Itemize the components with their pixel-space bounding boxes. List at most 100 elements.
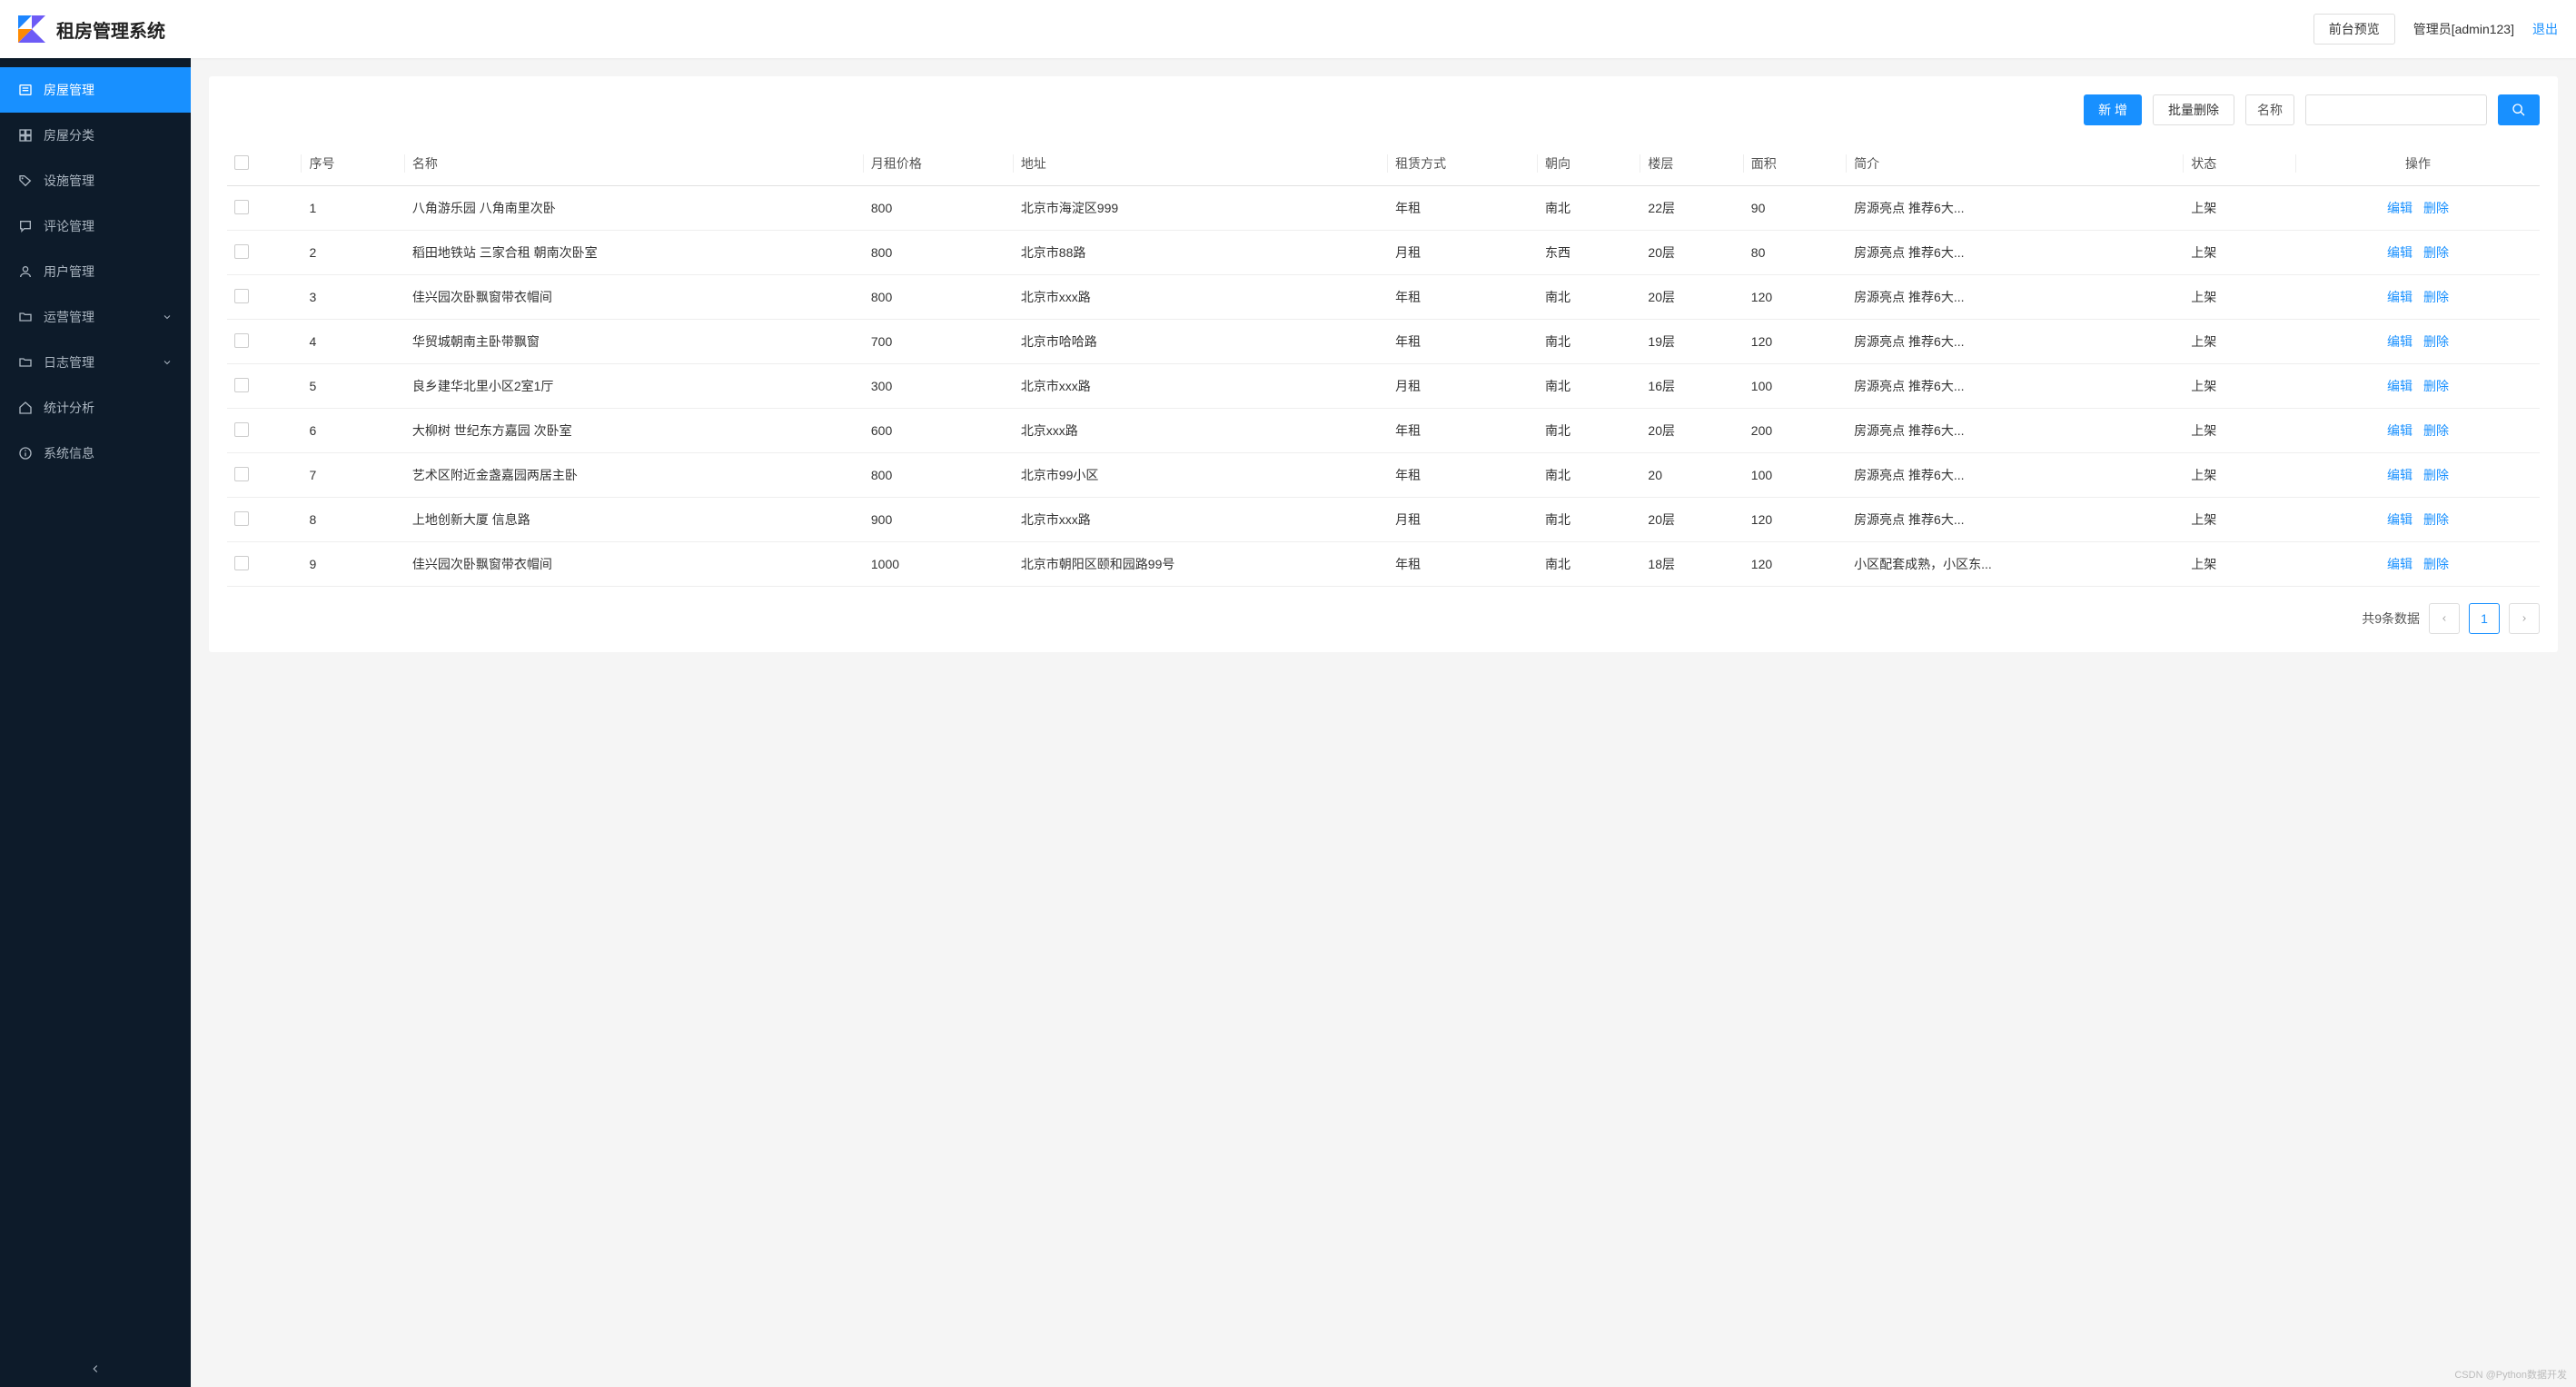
cell-status: 上架 — [2184, 453, 2296, 498]
col-dir: 朝向 — [1538, 142, 1640, 186]
cell-floor: 22层 — [1640, 186, 1743, 231]
cell-area: 120 — [1744, 320, 1847, 364]
cell-addr: 北京市xxx路 — [1014, 498, 1388, 542]
edit-link[interactable]: 编辑 — [2387, 245, 2413, 260]
table-row: 2稻田地铁站 三家合租 朝南次卧室800北京市88路月租东西20层80房源亮点 … — [227, 231, 2540, 275]
pagination: 共9条数据 1 — [227, 603, 2540, 634]
edit-link[interactable]: 编辑 — [2387, 557, 2413, 571]
row-checkbox[interactable] — [234, 200, 249, 214]
sidebar-item-7[interactable]: 统计分析 — [0, 385, 191, 431]
edit-link[interactable]: 编辑 — [2387, 423, 2413, 438]
sidebar-item-8[interactable]: 系统信息 — [0, 431, 191, 476]
row-checkbox[interactable] — [234, 422, 249, 437]
sidebar-item-1[interactable]: 房屋分类 — [0, 113, 191, 158]
new-button[interactable]: 新 增 — [2084, 94, 2142, 125]
cell-intro: 房源亮点 推荐6大... — [1847, 364, 2184, 409]
delete-link[interactable]: 删除 — [2423, 423, 2449, 438]
row-checkbox[interactable] — [234, 244, 249, 259]
cell-price: 800 — [864, 186, 1014, 231]
cell-price: 300 — [864, 364, 1014, 409]
cell-status: 上架 — [2184, 231, 2296, 275]
search-icon — [2512, 103, 2526, 117]
cell-no: 2 — [302, 231, 404, 275]
cell-dir: 南北 — [1538, 542, 1640, 587]
select-all-checkbox[interactable] — [234, 155, 249, 170]
row-checkbox[interactable] — [234, 467, 249, 481]
row-checkbox[interactable] — [234, 333, 249, 348]
cell-floor: 19层 — [1640, 320, 1743, 364]
cell-price: 600 — [864, 409, 1014, 453]
table-row: 1八角游乐园 八角南里次卧800北京市海淀区999年租南北22层90房源亮点 推… — [227, 186, 2540, 231]
page-next-button[interactable] — [2509, 603, 2540, 634]
cell-rent: 月租 — [1388, 231, 1538, 275]
delete-link[interactable]: 删除 — [2423, 512, 2449, 527]
tag-icon — [18, 173, 33, 188]
cell-floor: 20层 — [1640, 498, 1743, 542]
edit-link[interactable]: 编辑 — [2387, 468, 2413, 482]
cell-ops: 编辑删除 — [2296, 275, 2540, 320]
cell-intro: 房源亮点 推荐6大... — [1847, 186, 2184, 231]
row-checkbox[interactable] — [234, 289, 249, 303]
delete-link[interactable]: 删除 — [2423, 201, 2449, 215]
cell-dir: 南北 — [1538, 498, 1640, 542]
chevron-down-icon — [162, 312, 173, 322]
logout-link[interactable]: 退出 — [2532, 20, 2558, 38]
col-status: 状态 — [2184, 142, 2296, 186]
row-checkbox[interactable] — [234, 556, 249, 570]
grid-icon — [18, 128, 33, 143]
cell-floor: 20层 — [1640, 275, 1743, 320]
cell-addr: 北京市99小区 — [1014, 453, 1388, 498]
batch-delete-button[interactable]: 批量删除 — [2153, 94, 2234, 125]
cell-price: 800 — [864, 231, 1014, 275]
table-row: 3佳兴园次卧飘窗带衣帽间800北京市xxx路年租南北20层120房源亮点 推荐6… — [227, 275, 2540, 320]
delete-link[interactable]: 删除 — [2423, 468, 2449, 482]
page-number-1[interactable]: 1 — [2469, 603, 2500, 634]
chevron-left-icon — [89, 1362, 102, 1375]
page-prev-button[interactable] — [2429, 603, 2460, 634]
cell-dir: 南北 — [1538, 275, 1640, 320]
cell-area: 100 — [1744, 364, 1847, 409]
edit-link[interactable]: 编辑 — [2387, 201, 2413, 215]
sidebar-item-6[interactable]: 日志管理 — [0, 340, 191, 385]
edit-link[interactable]: 编辑 — [2387, 290, 2413, 304]
sidebar-item-label: 统计分析 — [44, 399, 94, 417]
sidebar-collapse[interactable] — [0, 1351, 191, 1387]
sidebar-item-label: 日志管理 — [44, 353, 94, 372]
row-checkbox[interactable] — [234, 511, 249, 526]
table-row: 9佳兴园次卧飘窗带衣帽间1000北京市朝阳区颐和园路99号年租南北18层120小… — [227, 542, 2540, 587]
cell-area: 200 — [1744, 409, 1847, 453]
sidebar-item-label: 房屋分类 — [44, 126, 94, 144]
sidebar-item-3[interactable]: 评论管理 — [0, 203, 191, 249]
cell-addr: 北京市88路 — [1014, 231, 1388, 275]
sidebar-item-0[interactable]: 房屋管理 — [0, 67, 191, 113]
sidebar-item-label: 系统信息 — [44, 444, 94, 462]
sidebar-item-4[interactable]: 用户管理 — [0, 249, 191, 294]
cell-rent: 年租 — [1388, 409, 1538, 453]
row-checkbox[interactable] — [234, 378, 249, 392]
edit-link[interactable]: 编辑 — [2387, 512, 2413, 527]
search-button[interactable] — [2498, 94, 2540, 125]
delete-link[interactable]: 删除 — [2423, 290, 2449, 304]
preview-button[interactable]: 前台预览 — [2313, 14, 2395, 45]
chevron-down-icon — [162, 357, 173, 368]
sidebar-item-5[interactable]: 运营管理 — [0, 294, 191, 340]
edit-link[interactable]: 编辑 — [2387, 334, 2413, 349]
cell-name: 华贸城朝南主卧带飘窗 — [405, 320, 864, 364]
cell-ops: 编辑删除 — [2296, 320, 2540, 364]
cell-name: 佳兴园次卧飘窗带衣帽间 — [405, 275, 864, 320]
delete-link[interactable]: 删除 — [2423, 334, 2449, 349]
header-right: 前台预览 管理员[admin123] 退出 — [2313, 14, 2558, 45]
search-input[interactable] — [2305, 94, 2487, 125]
edit-link[interactable]: 编辑 — [2387, 379, 2413, 393]
cell-name: 良乡建华北里小区2室1厅 — [405, 364, 864, 409]
delete-link[interactable]: 删除 — [2423, 557, 2449, 571]
cell-rent: 月租 — [1388, 364, 1538, 409]
delete-link[interactable]: 删除 — [2423, 379, 2449, 393]
delete-link[interactable]: 删除 — [2423, 245, 2449, 260]
user-label: 管理员[admin123] — [2413, 20, 2514, 38]
cell-addr: 北京市xxx路 — [1014, 364, 1388, 409]
folder-icon — [18, 310, 33, 324]
sidebar-item-2[interactable]: 设施管理 — [0, 158, 191, 203]
cell-price: 800 — [864, 275, 1014, 320]
pagination-total: 共9条数据 — [2362, 609, 2420, 628]
